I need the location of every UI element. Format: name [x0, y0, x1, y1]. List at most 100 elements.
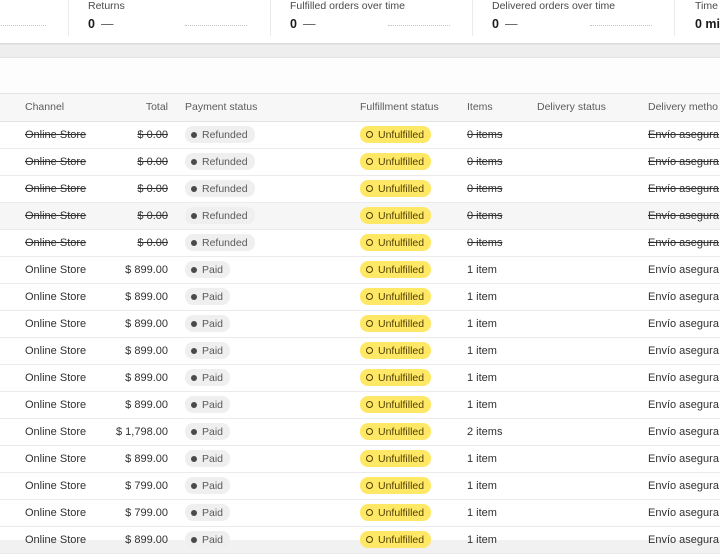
table-row[interactable]: Online Store $ 899.00 Paid Unfulfilled 1…: [0, 391, 720, 419]
channel-cell: Online Store: [0, 148, 110, 176]
total-cell: $ 799.00: [110, 499, 168, 527]
table-row[interactable]: Online Store $ 1,798.00 Paid Unfulfilled…: [0, 418, 720, 446]
table-row[interactable]: Online Store $ 899.00 Paid Unfulfilled 1…: [0, 256, 720, 284]
total-cell: $ 799.00: [110, 472, 168, 500]
status-dot-icon: [191, 131, 197, 138]
trend-indicator: —: [100, 17, 114, 31]
total-cell: $ 899.00: [110, 337, 168, 365]
payment-status-label: Paid: [202, 344, 224, 357]
column-header-delivery-method[interactable]: Delivery metho: [648, 94, 720, 122]
incomplete-circle-icon: [366, 185, 373, 192]
table-row[interactable]: Online Store $ 899.00 Paid Unfulfilled 1…: [0, 445, 720, 473]
total-cell: $ 0.00: [110, 229, 168, 257]
fulfillment-status-badge: Unfulfilled: [360, 153, 432, 170]
fulfillment-status-badge: Unfulfilled: [360, 369, 432, 386]
table-header-row: Channel Total Payment status Fulfillment…: [0, 94, 720, 122]
delivery-method-cell: Envío asegura: [648, 391, 720, 419]
metric-card-fulfilled-orders[interactable]: Fulfilled orders over time 0—: [270, 0, 472, 36]
delivery-method-cell: Envío asegura: [648, 337, 720, 365]
status-dot-icon: [191, 293, 197, 300]
payment-status-badge: Paid: [185, 315, 231, 332]
metric-card-partial[interactable]: [0, 0, 70, 36]
table-row[interactable]: Online Store $ 899.00 Paid Unfulfilled 1…: [0, 310, 720, 338]
items-cell: 1 item: [467, 256, 537, 284]
payment-status-cell: Paid: [168, 499, 360, 527]
table-row[interactable]: Online Store $ 799.00 Paid Unfulfilled 1…: [0, 499, 720, 527]
divider: [472, 0, 473, 36]
payment-status-label: Refunded: [202, 128, 248, 141]
items-cell: 0 items: [467, 175, 537, 203]
fulfillment-status-badge: Unfulfilled: [360, 504, 432, 521]
fulfillment-status-badge: Unfulfilled: [360, 396, 432, 413]
fulfillment-status-label: Unfulfilled: [378, 479, 425, 492]
channel-cell: Online Store: [0, 256, 110, 284]
delivery-status-cell: [537, 391, 648, 419]
metric-label: Time: [695, 0, 718, 12]
fulfillment-status-label: Unfulfilled: [378, 290, 425, 303]
column-header-channel[interactable]: Channel: [0, 94, 110, 122]
incomplete-circle-icon: [366, 401, 373, 408]
delivery-status-cell: [537, 445, 648, 473]
payment-status-cell: Paid: [168, 337, 360, 365]
fulfillment-status-label: Unfulfilled: [378, 128, 425, 141]
status-dot-icon: [191, 428, 197, 435]
column-header-payment-status[interactable]: Payment status: [168, 94, 360, 122]
payment-status-label: Refunded: [202, 182, 248, 195]
channel-cell: Online Store: [0, 418, 110, 446]
status-dot-icon: [191, 185, 197, 192]
items-cell: 1 item: [467, 337, 537, 365]
payment-status-badge: Refunded: [185, 180, 255, 197]
table-row[interactable]: Online Store $ 899.00 Paid Unfulfilled 1…: [0, 337, 720, 365]
table-row[interactable]: Online Store $ 0.00 Refunded Unfulfilled…: [0, 121, 720, 149]
table-row[interactable]: Online Store $ 0.00 Refunded Unfulfilled…: [0, 175, 720, 203]
status-dot-icon: [191, 320, 197, 327]
fulfillment-status-badge: Unfulfilled: [360, 315, 432, 332]
table-row[interactable]: Online Store $ 0.00 Refunded Unfulfilled…: [0, 202, 720, 230]
payment-status-badge: Paid: [185, 450, 231, 467]
column-header-items[interactable]: Items: [467, 94, 537, 122]
table-row[interactable]: Online Store $ 0.00 Refunded Unfulfilled…: [0, 229, 720, 257]
delivery-method-cell: Envío asegura: [648, 364, 720, 392]
fulfillment-status-label: Unfulfilled: [378, 425, 425, 438]
payment-status-label: Paid: [202, 263, 224, 276]
orders-card: Channel Total Payment status Fulfillment…: [0, 57, 720, 554]
payment-status-cell: Refunded: [168, 175, 360, 203]
incomplete-circle-icon: [366, 158, 373, 165]
table-row[interactable]: Online Store $ 799.00 Paid Unfulfilled 1…: [0, 472, 720, 500]
total-cell: $ 899.00: [110, 364, 168, 392]
metric-card-returns[interactable]: Returns 0—: [68, 0, 270, 36]
table-row[interactable]: Online Store $ 899.00 Paid Unfulfilled 1…: [0, 283, 720, 311]
delivery-status-cell: [537, 337, 648, 365]
status-dot-icon: [191, 401, 197, 408]
payment-status-label: Paid: [202, 506, 224, 519]
payment-status-label: Paid: [202, 425, 224, 438]
delivery-status-cell: [537, 175, 648, 203]
total-cell: $ 0.00: [110, 148, 168, 176]
fulfillment-status-badge: Unfulfilled: [360, 477, 432, 494]
metric-card-delivered-orders[interactable]: Delivered orders over time 0—: [472, 0, 674, 36]
items-cell: 0 items: [467, 229, 537, 257]
fulfillment-status-label: Unfulfilled: [378, 155, 425, 168]
metric-card-time[interactable]: Time 0 mi: [674, 0, 720, 36]
payment-status-label: Refunded: [202, 209, 248, 222]
column-header-total[interactable]: Total: [110, 94, 168, 122]
channel-cell: Online Store: [0, 337, 110, 365]
sparkline-placeholder: [388, 25, 450, 26]
channel-cell: Online Store: [0, 472, 110, 500]
table-row[interactable]: Online Store $ 899.00 Paid Unfulfilled 1…: [0, 364, 720, 392]
payment-status-label: Paid: [202, 290, 224, 303]
delivery-status-cell: [537, 310, 648, 338]
column-header-delivery-status[interactable]: Delivery status: [537, 94, 648, 122]
delivery-status-cell: [537, 121, 648, 149]
delivery-status-cell: [537, 364, 648, 392]
fulfillment-status-label: Unfulfilled: [378, 236, 425, 249]
metric-value: 0 mi: [695, 17, 720, 31]
divider: [674, 0, 675, 36]
fulfillment-status-label: Unfulfilled: [378, 371, 425, 384]
payment-status-label: Paid: [202, 371, 224, 384]
table-row[interactable]: Online Store $ 0.00 Refunded Unfulfilled…: [0, 148, 720, 176]
payment-status-cell: Paid: [168, 418, 360, 446]
status-dot-icon: [191, 347, 197, 354]
payment-status-label: Paid: [202, 317, 224, 330]
column-header-fulfillment-status[interactable]: Fulfillment status: [360, 94, 467, 122]
